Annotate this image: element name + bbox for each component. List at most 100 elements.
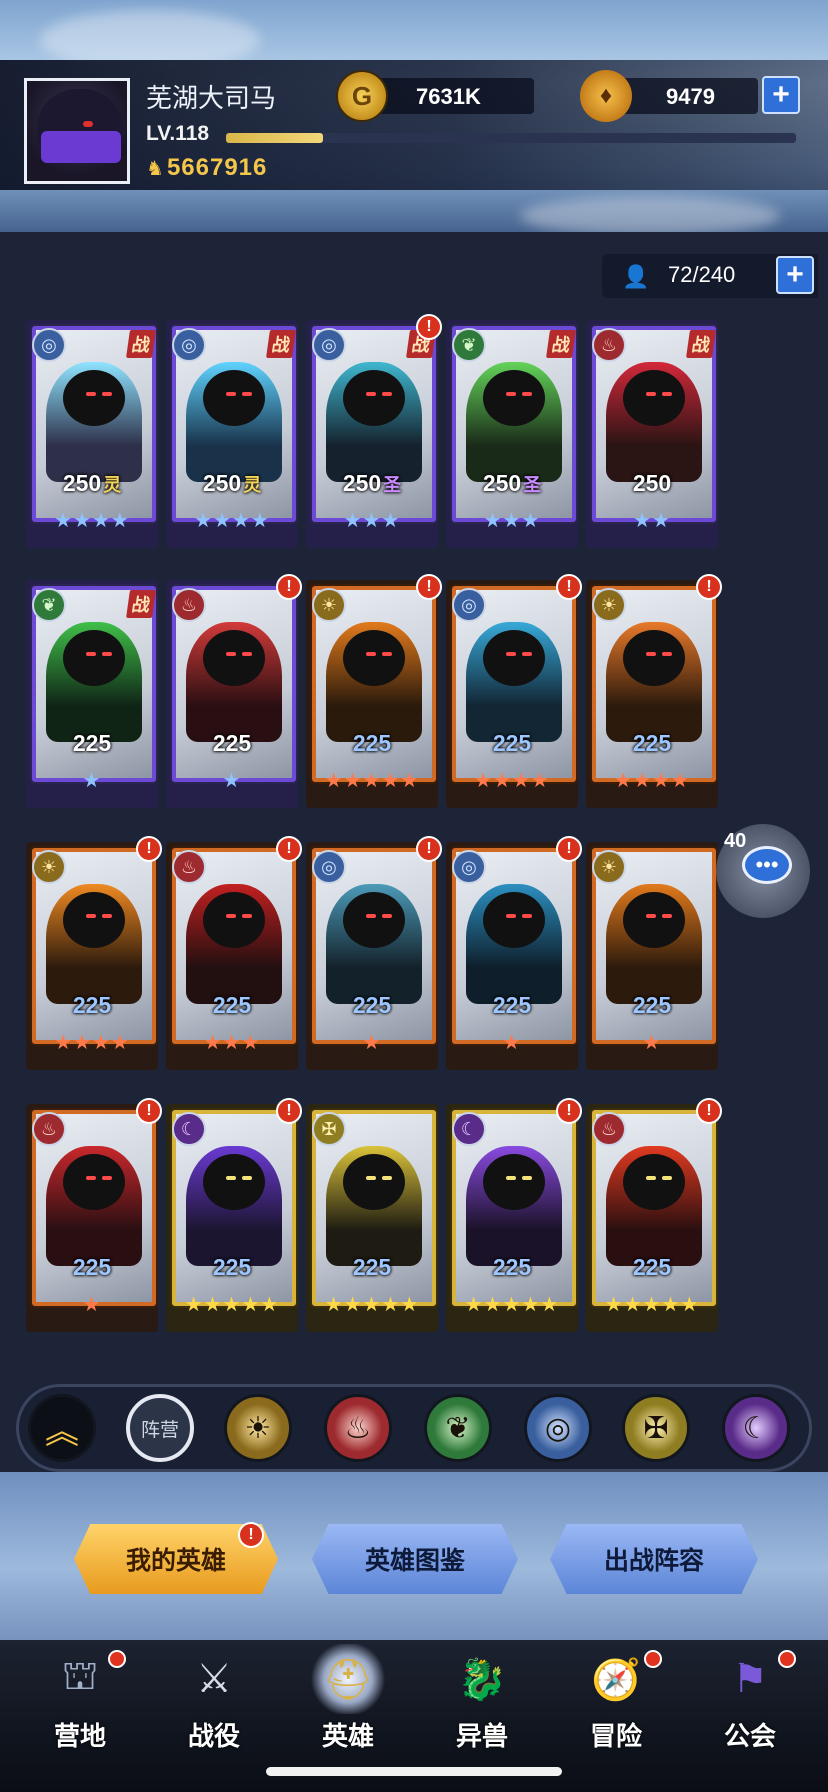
hero-card[interactable]: ◎ 战! 250 圣 ★★★ [306,314,442,548]
hero-level: 225 [586,730,718,757]
hero-level: 225 [306,992,438,1019]
campaign-icon: ⚔ [196,1657,232,1701]
collapse-up-icon[interactable]: ︽ [28,1394,96,1462]
hero-card[interactable]: ☀! 225 ★★★★ [586,574,722,808]
water-faction-icon: ◎ [452,850,486,884]
hero-level: 250 [586,470,718,497]
fire-faction-icon: ♨ [172,850,206,884]
fire-faction-icon: ♨ [592,328,626,362]
light-faction-icon: ☀ [592,850,626,884]
hero-spirit-tag: 圣 [383,475,402,495]
hero-card[interactable]: ❦ 战 250 圣 ★★★ [446,320,578,548]
forest-faction-icon: ❦ [452,328,486,362]
hero-level: 225 [26,1254,158,1281]
tab-battle-lineup[interactable]: 出战阵容 [550,1524,758,1594]
xp-bar [226,133,796,143]
hero-card[interactable]: ♨! 225 ★ [26,1098,162,1332]
nav-adventure[interactable]: 🧭 冒险 [554,1640,678,1760]
hero-card[interactable]: ♨! 225 ★ [166,574,302,808]
xp-bar-fill [226,133,323,143]
hero-card[interactable]: ❦ 战 225 ★ [26,580,158,808]
hero-level-value: 225 [212,992,252,1018]
filter-forest-icon[interactable]: ❦ [424,1394,492,1462]
filter-shadow-icon[interactable]: ☾ [722,1394,790,1462]
hero-level: 225 [166,730,298,757]
upgrade-alert-badge: ! [416,574,442,600]
shadow-faction-icon: ☾ [452,1112,486,1146]
filter-holy-icon[interactable]: ✠ [622,1394,690,1462]
upgrade-alert-badge: ! [416,314,442,340]
power-icon: ♞ [146,158,165,180]
home-indicator [266,1767,562,1776]
filter-light-icon[interactable]: ☀ [224,1394,292,1462]
add-gems-button[interactable]: + [762,76,800,114]
upgrade-alert-badge: ! [276,574,302,600]
upgrade-alert-badge: ! [276,836,302,862]
hero-card[interactable]: ☾! 225 ★★★★★ [166,1098,302,1332]
filter-fire-icon[interactable]: ♨ [324,1394,392,1462]
hero-star-rating: ★★★ [483,510,541,532]
tab-hero-codex[interactable]: 英雄图鉴 [312,1524,518,1594]
beast-icon: 🐉 [457,1657,507,1702]
hero-rank-tag: 战 [686,330,716,358]
notification-dot [644,1650,662,1668]
chat-icon[interactable]: ••• [742,846,792,884]
hero-star-rating: ★★★ [343,510,401,532]
hero-card[interactable]: ☀ 225 ★ [586,842,718,1070]
hero-level-value: 250 [482,470,522,496]
nav-campaign[interactable]: ⚔ 战役 [152,1640,276,1760]
notification-dot [778,1650,796,1668]
player-avatar[interactable] [24,78,130,184]
hero-card[interactable]: ✠ 225 ★★★★★ [306,1104,438,1332]
chat-unread-count: 40 [724,830,747,852]
hero-card[interactable]: ☾! 225 ★★★★★ [446,1098,582,1332]
hero-star-rating: ★ [82,1294,102,1316]
hero-card[interactable]: ◎ 战 250 灵 ★★★★ [166,320,298,548]
light-faction-icon: ☀ [592,588,626,622]
hero-level-value: 225 [212,1254,252,1280]
hero-card[interactable]: ☀! 225 ★★★★ [26,836,162,1070]
hero-card[interactable]: ◎! 225 ★ [306,836,442,1070]
gold-coin-icon: G [336,70,388,122]
hero-card[interactable]: ◎! 225 ★★★★ [446,574,582,808]
hero-level: 225 [446,1254,578,1281]
hero-level-value: 250 [632,470,672,496]
hero-level-value: 225 [352,730,392,756]
hero-level-value: 225 [492,1254,532,1280]
hero-level: 250 灵 [166,470,298,497]
hero-spirit-tag: 灵 [103,475,122,495]
water-faction-icon: ◎ [32,328,66,362]
hero-card[interactable]: ♨! 225 ★★★ [166,836,302,1070]
hero-star-rating: ★★★★★ [324,1294,420,1316]
cloud-decoration [520,196,780,236]
upgrade-alert-badge: ! [696,1098,722,1124]
hero-level: 225 [166,1254,298,1281]
hero-star-rating: ★★★★★ [184,1294,280,1316]
hero-level-value: 225 [212,730,252,756]
filter-all-factions[interactable]: 阵营 [126,1394,194,1462]
upgrade-alert-badge: ! [416,836,442,862]
hero-level-value: 225 [492,992,532,1018]
player-name: 芜湖大司马 [146,83,277,113]
hero-card[interactable]: ♨! 225 ★★★★★ [586,1098,722,1332]
hero-star-rating: ★★★★ [614,770,690,792]
expand-slots-button[interactable]: + [776,256,814,294]
nav-hero[interactable]: ⛑ 英雄 [286,1640,410,1760]
hero-spirit-tag: 灵 [243,475,262,495]
hero-card[interactable]: ◎ 战 250 灵 ★★★★ [26,320,158,548]
nav-beast[interactable]: 🐉 异兽 [420,1640,544,1760]
nav-label: 冒险 [589,1721,642,1751]
hero-card[interactable]: ☀! 225 ★★★★★ [306,574,442,808]
hero-level-value: 225 [632,730,672,756]
hero-card[interactable]: ♨ 战 250 ★★ [586,320,718,548]
hero-card[interactable]: ◎! 225 ★ [446,836,582,1070]
hero-star-rating: ★★★ [203,1032,261,1054]
filter-water-icon[interactable]: ◎ [524,1394,592,1462]
hero-rank-tag: 战 [266,330,296,358]
nav-camp[interactable]: ⛫ 营地 [18,1640,142,1760]
nav-label: 营地 [53,1721,106,1751]
nav-guild[interactable]: ⚑ 公会 [688,1640,812,1760]
forest-faction-icon: ❦ [32,588,66,622]
fire-faction-icon: ♨ [172,588,206,622]
nav-label: 战役 [187,1721,240,1751]
